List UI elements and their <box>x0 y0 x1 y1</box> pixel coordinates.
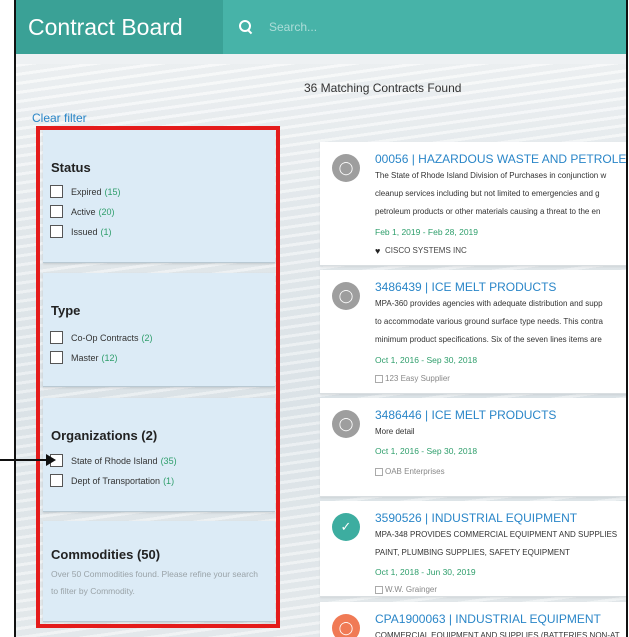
header-bar: Contract Board <box>16 0 626 54</box>
annotation-arrow-head <box>46 454 56 466</box>
contract-dates: Oct 1, 2016 - Sep 30, 2018 <box>375 446 478 456</box>
vendor-icon <box>375 467 383 476</box>
app-frame: Contract Board 36 Matching Contracts Fou… <box>14 0 628 637</box>
contract-description: cleanup services including but not limit… <box>375 189 600 198</box>
contract-description: MPA-360 provides agencies with adequate … <box>375 299 603 308</box>
issued-clock-icon: ◯ <box>332 614 360 637</box>
contract-title[interactable]: 3486446 | ICE MELT PRODUCTS <box>375 408 556 422</box>
results-summary: 36 Matching Contracts Found <box>304 81 462 95</box>
contract-description: minimum product specifications. Six of t… <box>375 335 602 344</box>
contract-card[interactable]: ◯ 00056 | HAZARDOUS WASTE AND PETROLEUM … <box>320 142 626 266</box>
expired-clock-icon: ◯ <box>332 154 360 182</box>
search-bar[interactable] <box>223 19 571 35</box>
contract-dates: Feb 1, 2019 - Feb 28, 2019 <box>375 227 479 237</box>
contract-card[interactable]: ◯ 3486439 | ICE MELT PRODUCTS MPA-360 pr… <box>320 270 626 394</box>
search-icon[interactable] <box>239 20 253 34</box>
contract-vendor: ♥ CISCO SYSTEMS INC <box>375 245 467 256</box>
contract-vendor: 123 Easy Supplier <box>375 374 450 383</box>
clear-filter-link[interactable]: Clear filter <box>32 111 87 125</box>
contract-description: MPA-348 PROVIDES COMMERCIAL EQUIPMENT AN… <box>375 530 618 539</box>
contract-card[interactable]: ◯ 3486446 | ICE MELT PRODUCTS More detai… <box>320 398 626 497</box>
contract-description: COMMERCIAL EQUIPMENT AND SUPPLIES (BATTE… <box>375 631 620 637</box>
contract-description: The State of Rhode Island Division of Pu… <box>375 171 607 180</box>
app-title[interactable]: Contract Board <box>16 0 223 54</box>
contract-vendor: OAB Enterprises <box>375 467 445 476</box>
vendor-icon <box>375 374 383 383</box>
contract-title[interactable]: 3486439 | ICE MELT PRODUCTS <box>375 280 556 294</box>
contract-card[interactable]: ✓ 3590526 | INDUSTRIAL EQUIPMENT MPA-348… <box>320 501 626 597</box>
contract-description: More detail <box>375 427 415 436</box>
active-check-icon: ✓ <box>332 513 360 541</box>
contract-description: to accommodate various ground surface ty… <box>375 317 603 326</box>
contract-dates: Oct 1, 2018 - Jun 30, 2019 <box>375 567 476 577</box>
contract-description: petroleum products or other materials ca… <box>375 207 601 216</box>
search-input[interactable] <box>267 19 571 35</box>
annotation-arrow <box>0 459 48 461</box>
contract-card[interactable]: ◯ CPA1900063 | INDUSTRIAL EQUIPMENT COMM… <box>320 602 626 637</box>
expired-clock-icon: ◯ <box>332 410 360 438</box>
expired-clock-icon: ◯ <box>332 282 360 310</box>
contract-description: PAINT, PLUMBING SUPPLIES, SAFETY EQUIPME… <box>375 548 570 557</box>
vendor-icon <box>375 585 383 594</box>
contract-title[interactable]: 00056 | HAZARDOUS WASTE AND PETROLEUM <box>375 152 626 166</box>
contract-vendor: W.W. Grainger <box>375 585 437 594</box>
heart-icon: ♥ <box>375 245 381 256</box>
contract-title[interactable]: CPA1900063 | INDUSTRIAL EQUIPMENT <box>375 612 601 626</box>
annotation-highlight-box <box>36 126 280 628</box>
contract-dates: Oct 1, 2016 - Sep 30, 2018 <box>375 355 478 365</box>
contract-title[interactable]: 3590526 | INDUSTRIAL EQUIPMENT <box>375 511 577 525</box>
